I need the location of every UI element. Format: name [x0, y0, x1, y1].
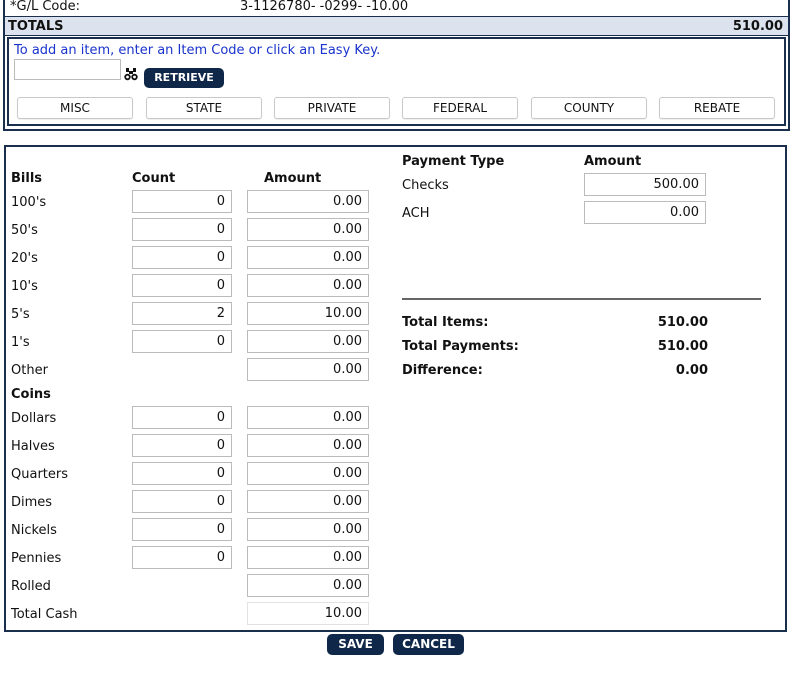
- rolled-label: Rolled: [11, 579, 51, 594]
- coin-count-dimes[interactable]: 0: [132, 490, 232, 513]
- bill-label-50: 50's: [11, 223, 38, 238]
- bill-amount-50[interactable]: 0.00: [247, 218, 369, 241]
- item-code-input[interactable]: [14, 59, 121, 80]
- bill-label-5: 5's: [11, 307, 30, 322]
- bill-count-10[interactable]: 0: [132, 274, 232, 297]
- coin-label-nickels: Nickels: [11, 523, 57, 538]
- easy-key-misc[interactable]: MISC: [17, 97, 133, 119]
- gl-code-value: 3-1126780- -0299- -10.00: [240, 0, 409, 14]
- bill-count-50[interactable]: 0: [132, 218, 232, 241]
- bills-header: Bills: [11, 171, 43, 186]
- totals-bar: TOTALS 510.00: [5, 16, 788, 36]
- bill-amount-1[interactable]: 0.00: [247, 330, 369, 353]
- bill-count-1[interactable]: 0: [132, 330, 232, 353]
- easy-key-federal[interactable]: FEDERAL: [402, 97, 518, 119]
- difference-label: Difference:: [402, 363, 483, 378]
- bill-label-20: 20's: [11, 251, 38, 266]
- difference-value: 0.00: [675, 363, 708, 378]
- coin-count-halves[interactable]: 0: [132, 434, 232, 457]
- easy-key-county[interactable]: COUNTY: [531, 97, 647, 119]
- bill-count-100[interactable]: 0: [132, 190, 232, 213]
- total-payments-value: 510.00: [657, 339, 708, 354]
- payment-amount-checks[interactable]: 500.00: [584, 173, 706, 196]
- total-cash-amount: 10.00: [247, 602, 369, 625]
- coin-label-dollars: Dollars: [11, 411, 57, 426]
- coin-count-pennies[interactable]: 0: [132, 546, 232, 569]
- bill-amount-10[interactable]: 0.00: [247, 274, 369, 297]
- total-items-label: Total Items:: [402, 315, 489, 330]
- coin-label-quarters: Quarters: [11, 467, 68, 482]
- cancel-button[interactable]: CANCEL: [393, 634, 464, 655]
- total-cash-label: Total Cash: [11, 607, 78, 622]
- summary-divider: [402, 298, 761, 300]
- bill-amount-100[interactable]: 0.00: [247, 190, 369, 213]
- bill-amount-5[interactable]: 10.00: [247, 302, 369, 325]
- coin-amount-quarters[interactable]: 0.00: [247, 462, 369, 485]
- totals-label: TOTALS: [8, 19, 64, 34]
- amount-header: Amount: [264, 171, 322, 186]
- bill-label-100: 100's: [11, 195, 47, 210]
- bill-count-20[interactable]: 0: [132, 246, 232, 269]
- coin-amount-pennies[interactable]: 0.00: [247, 546, 369, 569]
- coin-label-dimes: Dimes: [11, 495, 53, 510]
- gl-code-label: *G/L Code:: [10, 0, 80, 14]
- retrieve-button[interactable]: RETRIEVE: [144, 68, 224, 88]
- coin-amount-halves[interactable]: 0.00: [247, 434, 369, 457]
- total-payments-label: Total Payments:: [402, 339, 519, 354]
- coin-amount-dollars[interactable]: 0.00: [247, 406, 369, 429]
- easy-key-state[interactable]: STATE: [146, 97, 262, 119]
- bill-count-5[interactable]: 2: [132, 302, 232, 325]
- payment-amount-ach[interactable]: 0.00: [584, 201, 706, 224]
- payment-label-ach: ACH: [402, 206, 430, 221]
- totals-value: 510.00: [732, 19, 783, 34]
- coin-amount-nickels[interactable]: 0.00: [247, 518, 369, 541]
- coin-count-dollars[interactable]: 0: [132, 406, 232, 429]
- bill-label-10: 10's: [11, 279, 38, 294]
- other-label: Other: [11, 363, 48, 378]
- add-item-panel: To add an item, enter an Item Code or cl…: [7, 37, 786, 126]
- payment-type-header: Payment Type: [402, 154, 505, 169]
- binoculars-icon[interactable]: [124, 68, 138, 84]
- other-amount[interactable]: 0.00: [247, 358, 369, 381]
- bill-amount-20[interactable]: 0.00: [247, 246, 369, 269]
- coin-amount-dimes[interactable]: 0.00: [247, 490, 369, 513]
- easy-key-rebate[interactable]: REBATE: [659, 97, 775, 119]
- cash-count-panel: Bills Count Amount 100's 0 0.00 50's 0 0…: [4, 145, 787, 632]
- save-button[interactable]: SAVE: [327, 634, 384, 655]
- bill-label-1: 1's: [11, 335, 30, 350]
- total-items-value: 510.00: [657, 315, 708, 330]
- easy-key-private[interactable]: PRIVATE: [274, 97, 390, 119]
- deposit-header-panel: *G/L Code: 3-1126780- -0299- -10.00 TOTA…: [3, 0, 790, 131]
- add-item-instruction: To add an item, enter an Item Code or cl…: [14, 43, 381, 58]
- count-header: Count: [132, 171, 176, 186]
- coin-count-quarters[interactable]: 0: [132, 462, 232, 485]
- payment-amount-header: Amount: [584, 154, 642, 169]
- rolled-amount[interactable]: 0.00: [247, 574, 369, 597]
- coin-count-nickels[interactable]: 0: [132, 518, 232, 541]
- coin-label-halves: Halves: [11, 439, 55, 454]
- coin-label-pennies: Pennies: [11, 551, 62, 566]
- payment-label-checks: Checks: [402, 178, 449, 193]
- coins-header: Coins: [11, 387, 51, 402]
